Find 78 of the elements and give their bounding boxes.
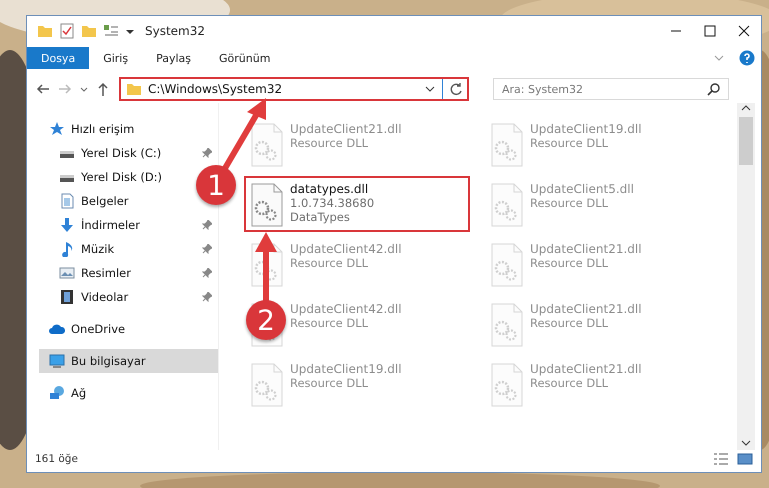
address-bar[interactable]: C:\Windows\System32 [119, 77, 469, 101]
search-icon [707, 82, 721, 96]
scrollbar[interactable] [737, 103, 755, 450]
file-name: UpdateClient21.dll [290, 122, 402, 136]
star-icon [49, 121, 65, 137]
file-name: UpdateClient21.dll [530, 362, 642, 376]
music-note-icon [59, 241, 75, 257]
file-description: DataTypes [290, 210, 351, 224]
pin-icon [202, 220, 212, 230]
navigation-item[interactable]: Müzik [27, 237, 218, 261]
dll-file-icon [250, 122, 284, 168]
details-view-icon [713, 451, 729, 467]
monitor-icon [49, 353, 65, 369]
dll-file-icon [490, 122, 524, 168]
image-icon [59, 265, 75, 281]
file-name: UpdateClient19.dll [290, 362, 402, 376]
ribbon-tab[interactable]: Giriş [89, 47, 142, 69]
file-detail: Resource DLL [290, 256, 370, 270]
close-icon [738, 25, 750, 37]
ribbon-tab[interactable]: Dosya [27, 47, 90, 69]
pin-icon [202, 148, 212, 158]
folder-icon [126, 81, 142, 97]
chevron-down-icon [741, 438, 751, 448]
maximize-icon [704, 25, 716, 37]
dll-file-icon [490, 242, 524, 288]
dll-file-icon [250, 182, 284, 228]
network-icon [49, 385, 65, 401]
pin-icon [202, 268, 212, 278]
file-detail: Resource DLL [530, 256, 610, 270]
download-icon [59, 217, 75, 233]
large-icons-view-icon [737, 451, 753, 467]
pin-icon [202, 244, 212, 254]
file-name: UpdateClient42.dll [290, 302, 402, 316]
help-icon [739, 50, 755, 66]
navigation-item[interactable]: Resimler [27, 261, 218, 285]
navigation-item[interactable]: Videolar [27, 285, 218, 309]
navigation-item[interactable]: Ağ [27, 381, 92, 405]
film-icon [59, 289, 75, 305]
file-name: UpdateClient5.dll [530, 182, 634, 196]
chevron-up-icon [741, 103, 751, 113]
pin-icon [202, 292, 212, 302]
search-field[interactable]: Ara: System32 [493, 78, 729, 100]
file-name: UpdateClient21.dll [530, 242, 642, 256]
file-detail: 1.0.734.38680 [290, 196, 374, 210]
file-detail: Resource DLL [530, 196, 610, 210]
file-detail: Resource DLL [290, 136, 370, 150]
file-name: UpdateClient21.dll [530, 302, 642, 316]
navigation-item[interactable]: Belgeler [27, 189, 135, 213]
file-detail: Resource DLL [290, 316, 370, 330]
file-name: UpdateClient42.dll [290, 242, 402, 256]
navigation-item[interactable]: İndirmeler [27, 213, 218, 237]
file-name: datatypes.dll [290, 182, 370, 196]
file-name: UpdateClient19.dll [530, 122, 642, 136]
dll-file-icon [490, 302, 524, 348]
dll-file-icon [490, 182, 524, 228]
folder-icon [37, 23, 53, 39]
ribbon-tab[interactable]: Paylaş [142, 47, 205, 69]
file-detail: Resource DLL [530, 316, 610, 330]
folder-icon [81, 23, 97, 39]
navigation-item[interactable]: OneDrive [27, 317, 132, 341]
file-detail: Resource DLL [530, 136, 610, 150]
navigation-item[interactable]: Bu bilgisayar [39, 349, 218, 373]
file-detail: Resource DLL [290, 376, 370, 390]
checklist-icon [59, 23, 75, 39]
file-detail: Resource DLL [530, 376, 610, 390]
navigation-item[interactable]: Hızlı erişim [27, 117, 140, 141]
annotation-arrow [255, 232, 277, 303]
document-icon [59, 193, 75, 209]
scrollbar-thumb[interactable] [739, 117, 753, 165]
item-count: 161 öğe [35, 453, 78, 465]
dll-file-icon [490, 362, 524, 408]
highlighted-file-item[interactable]: datatypes.dll 1.0.734.38680 DataTypes [244, 176, 470, 232]
navigation-item[interactable]: Yerel Disk (D:) [27, 165, 168, 189]
ribbon-tab[interactable]: Görünüm [205, 47, 284, 69]
refresh-icon [449, 82, 463, 96]
dll-file-icon [250, 362, 284, 408]
window-title: System32 [145, 24, 206, 38]
navigation-item[interactable]: Yerel Disk (C:) [27, 141, 218, 165]
